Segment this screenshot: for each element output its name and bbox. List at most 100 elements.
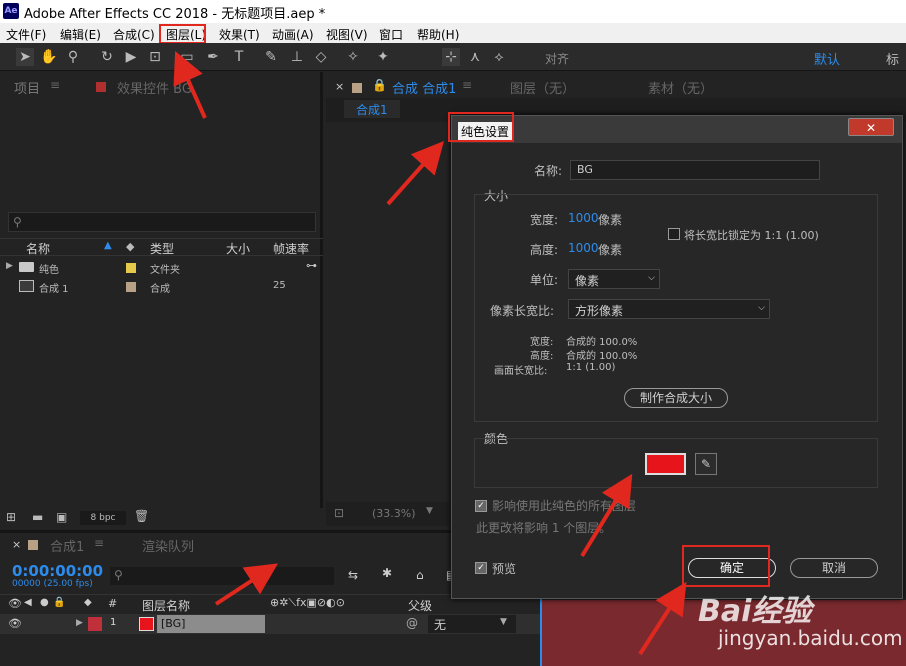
cancel-button[interactable]: 取消 bbox=[790, 558, 878, 578]
tab-render-queue[interactable]: 渲染队列 bbox=[142, 536, 194, 555]
solo-icon: ● bbox=[40, 597, 49, 608]
close-tab-icon[interactable]: × bbox=[12, 538, 21, 551]
menu-window[interactable]: 窗口 bbox=[379, 26, 403, 43]
bpc-button[interactable]: 8 bpc bbox=[80, 511, 126, 525]
layer-label-color[interactable] bbox=[88, 617, 102, 631]
chevron-down-icon: ⌵ bbox=[648, 273, 655, 283]
tab-composition[interactable]: 合成 合成1 bbox=[392, 78, 456, 97]
eraser-tool-icon[interactable]: ◇ bbox=[312, 48, 330, 66]
pan-behind-tool-icon[interactable]: ⊡ bbox=[146, 48, 164, 66]
tab-footage[interactable]: 素材（无） bbox=[648, 78, 713, 97]
info-width-value: 合成的 100.0% bbox=[566, 337, 638, 348]
tab-menu-icon[interactable]: ≡ bbox=[94, 536, 104, 550]
make-comp-size-button[interactable]: 制作合成大小 bbox=[624, 388, 728, 408]
local-axis-icon[interactable]: ⊹ bbox=[442, 48, 460, 66]
text-tool-icon[interactable]: T bbox=[230, 48, 248, 66]
unit-label: 单位: bbox=[530, 273, 559, 287]
timeline-search-input[interactable]: ⚲ bbox=[110, 567, 334, 585]
world-axis-icon[interactable]: ⋏ bbox=[466, 48, 484, 66]
eyedropper-icon[interactable]: ✎ bbox=[695, 453, 717, 475]
item-name: 合成 1 bbox=[39, 284, 69, 295]
puppet-tool-icon[interactable]: ✦ bbox=[374, 48, 392, 66]
lock-aspect-checkbox[interactable] bbox=[668, 228, 680, 240]
list-item[interactable]: ▶ 纯色 文件夹 ⊶ bbox=[0, 259, 323, 277]
pixel-aspect-value: 方形像素 bbox=[575, 304, 624, 318]
workspace-default[interactable]: 默认 bbox=[814, 49, 840, 68]
menu-animation[interactable]: 动画(A) bbox=[272, 26, 314, 43]
selection-tool-icon[interactable]: ➤ bbox=[16, 48, 34, 66]
col-name[interactable]: 名称 bbox=[26, 240, 50, 257]
parent-header[interactable]: 父级 bbox=[408, 597, 432, 614]
trash-icon[interactable]: 🗑 bbox=[134, 509, 149, 523]
expand-arrow-icon[interactable]: ▶ bbox=[6, 261, 13, 271]
viewer-footer: ⊡ (33.3%) ▼ bbox=[326, 502, 450, 526]
hierarchy-icon[interactable]: ⊶ bbox=[306, 259, 317, 272]
brush-tool-icon[interactable]: ✎ bbox=[262, 48, 280, 66]
label-color-tan[interactable] bbox=[126, 282, 136, 292]
layer-name-header[interactable]: 图层名称 bbox=[142, 597, 190, 614]
list-item[interactable]: 合成 1 合成 25 bbox=[0, 278, 323, 296]
rectangle-tool-icon[interactable]: ▭ bbox=[178, 48, 196, 66]
item-name: 纯色 bbox=[39, 265, 59, 276]
col-size[interactable]: 大小 bbox=[226, 240, 250, 257]
visibility-eye-icon[interactable]: 👁 bbox=[8, 617, 22, 630]
menu-composition[interactable]: 合成(C) bbox=[113, 26, 155, 43]
col-type[interactable]: 类型 bbox=[150, 240, 174, 257]
view-axis-icon[interactable]: ⟡ bbox=[490, 48, 508, 66]
camera-tool-icon[interactable]: ▶ bbox=[122, 48, 140, 66]
menu-help[interactable]: 帮助(H) bbox=[417, 26, 459, 43]
info-width-label: 宽度: bbox=[530, 337, 554, 348]
new-comp-icon[interactable]: ▣ bbox=[56, 510, 67, 524]
pick-whip-icon[interactable]: @ bbox=[406, 616, 418, 630]
stamp-tool-icon[interactable]: ⊥ bbox=[288, 48, 306, 66]
menu-view[interactable]: 视图(V) bbox=[326, 26, 368, 43]
col-framerate[interactable]: 帧速率 bbox=[273, 240, 309, 257]
chevron-down-icon: ▼ bbox=[426, 506, 433, 516]
affect-layers-checkbox[interactable]: ✓ bbox=[475, 500, 487, 512]
tab-menu-icon[interactable]: ≡ bbox=[462, 78, 472, 92]
snap-label: 对齐 bbox=[545, 52, 570, 66]
comp-tab-color bbox=[28, 540, 38, 550]
highlight-box bbox=[682, 545, 770, 587]
color-swatch[interactable] bbox=[645, 453, 686, 475]
tab-project[interactable]: 项目 bbox=[14, 78, 40, 97]
width-value[interactable]: 1000 bbox=[568, 211, 599, 225]
tab-effect-controls[interactable]: 效果控件 BG bbox=[117, 78, 192, 97]
height-value[interactable]: 1000 bbox=[568, 241, 599, 255]
label-color-yellow[interactable] bbox=[126, 263, 136, 273]
time-indicator[interactable] bbox=[540, 597, 542, 666]
hand-tool-icon[interactable]: ✋ bbox=[40, 48, 58, 66]
preview-checkbox[interactable]: ✓ bbox=[475, 562, 487, 574]
rotate-tool-icon[interactable]: ↻ bbox=[98, 48, 116, 66]
zoom-tool-icon[interactable]: ⚲ bbox=[64, 48, 82, 66]
close-tab-icon[interactable]: × bbox=[335, 80, 344, 93]
hide-shy-icon[interactable]: ⌂ bbox=[416, 568, 424, 582]
close-button[interactable]: ✕ bbox=[848, 118, 894, 136]
highlight-box bbox=[448, 112, 514, 142]
zoom-select[interactable]: (33.3%) bbox=[372, 507, 416, 520]
comp-flowchart-icon[interactable]: ⇆ bbox=[348, 568, 358, 582]
menu-effect[interactable]: 效果(T) bbox=[219, 26, 260, 43]
table-row[interactable]: 👁 ▶ 1 [BG] @ 无 ▼ bbox=[0, 614, 540, 634]
menu-file[interactable]: 文件(F) bbox=[6, 26, 46, 43]
lock-icon[interactable]: 🔒 bbox=[372, 78, 387, 92]
timecode-display[interactable]: 0:00:00:00 bbox=[12, 562, 103, 580]
snapshot-icon[interactable]: ⊡ bbox=[334, 506, 344, 520]
unit-select[interactable]: 像素 ⌵ bbox=[568, 269, 660, 289]
tab-timeline-comp[interactable]: 合成1 bbox=[50, 536, 84, 555]
draft-3d-icon[interactable]: ✱ bbox=[382, 566, 392, 580]
pen-tool-icon[interactable]: ✒ bbox=[204, 48, 222, 66]
menu-edit[interactable]: 编辑(E) bbox=[60, 26, 101, 43]
tab-menu-icon[interactable]: ≡ bbox=[50, 78, 60, 92]
project-search-input[interactable]: ⚲ bbox=[8, 212, 316, 232]
pixel-aspect-select[interactable]: 方形像素 ⌵ bbox=[568, 299, 770, 319]
tab-layer[interactable]: 图层（无） bbox=[510, 78, 575, 97]
roto-brush-tool-icon[interactable]: ✧ bbox=[344, 48, 362, 66]
expand-arrow-icon[interactable]: ▶ bbox=[76, 618, 83, 628]
highlight-box bbox=[159, 24, 206, 44]
name-input[interactable]: BG bbox=[570, 160, 820, 180]
new-folder-icon[interactable]: ▬ bbox=[32, 510, 43, 524]
interpret-footage-icon[interactable]: ⊞ bbox=[6, 510, 16, 524]
layer-name[interactable]: [BG] bbox=[157, 615, 265, 633]
comp-subtab[interactable]: 合成1 bbox=[344, 100, 400, 118]
